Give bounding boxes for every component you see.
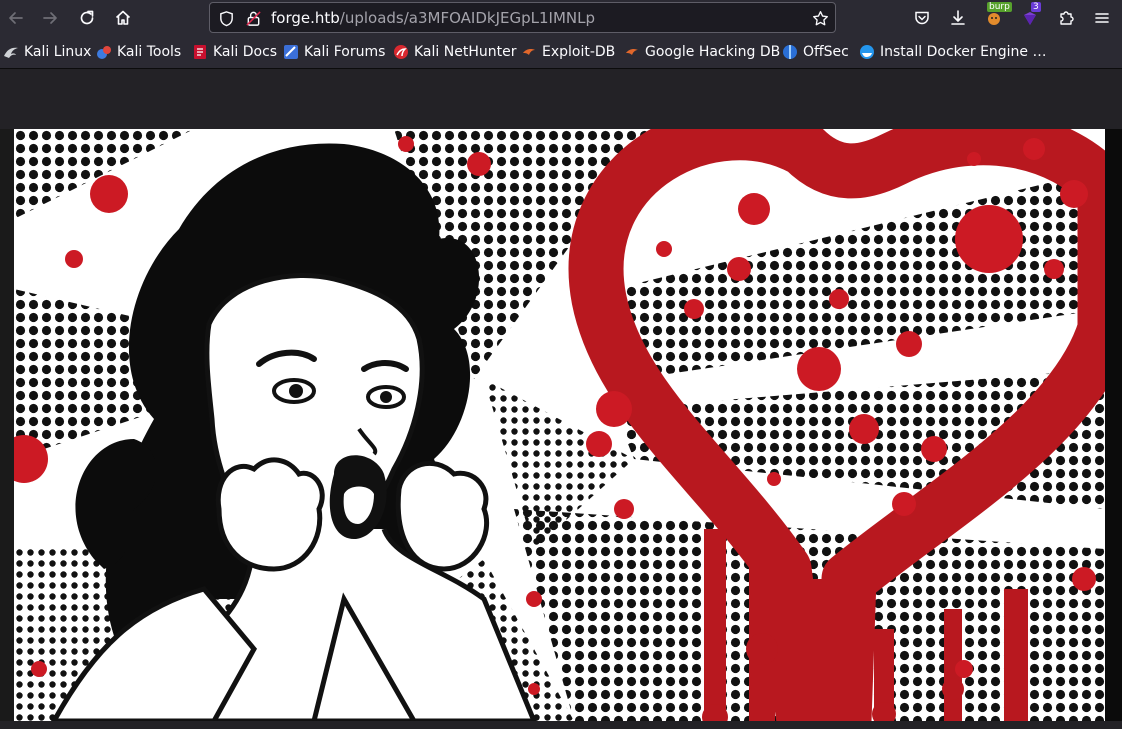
bookmark-install-docker[interactable]: Install Docker Engine … xyxy=(859,43,1047,61)
image-left-edge xyxy=(0,129,14,721)
kali-tools-icon xyxy=(96,44,112,60)
bookmark-label: Kali Tools xyxy=(117,44,182,60)
back-button[interactable] xyxy=(3,5,29,31)
image-right-edge xyxy=(1105,129,1122,721)
bookmark-label: Kali NetHunter xyxy=(414,44,517,60)
bookmarks-toolbar: Kali Linux Kali Tools Kali Docs Kali For… xyxy=(0,36,1122,69)
bookmark-label: Kali Docs xyxy=(213,44,278,60)
pocket-button[interactable] xyxy=(909,5,935,31)
bookmark-star-icon[interactable] xyxy=(811,9,829,27)
page-viewport xyxy=(0,69,1122,729)
bookmark-label: Kali Linux xyxy=(24,44,92,60)
downloads-button[interactable] xyxy=(945,5,971,31)
puzzle-icon xyxy=(1060,11,1074,25)
gem-extension-button[interactable]: 3 xyxy=(1017,2,1043,31)
bookmark-kali-forums[interactable]: Kali Forums xyxy=(283,43,385,61)
url-text: forge.htb/uploads/a3MFOAIDkJEGpL1IMNLp xyxy=(271,9,595,27)
arrow-left-icon xyxy=(9,12,23,24)
reload-button[interactable] xyxy=(74,5,100,31)
url-bar[interactable]: forge.htb/uploads/a3MFOAIDkJEGpL1IMNLp xyxy=(209,2,836,33)
app-menu-button[interactable] xyxy=(1089,5,1115,31)
burp-extension-button[interactable]: burp xyxy=(981,2,1012,31)
bookmark-kali-docs[interactable]: Kali Docs xyxy=(192,43,277,61)
url-path: /uploads/a3MFOAIDkJEGpL1IMNLp xyxy=(339,9,595,27)
bookmark-kali-nethunter[interactable]: Kali NetHunter xyxy=(393,43,516,61)
exploit-db-icon xyxy=(521,44,537,60)
arrow-right-icon xyxy=(43,12,57,24)
nethunter-icon xyxy=(393,44,409,60)
hamburger-icon xyxy=(1095,13,1109,23)
url-host: forge.htb xyxy=(271,9,340,27)
bookmark-label: Google Hacking DB xyxy=(645,44,781,60)
bookmark-kali-linux[interactable]: Kali Linux xyxy=(3,43,91,61)
kali-forums-icon xyxy=(283,44,299,60)
bookmark-label: Install Docker Engine … xyxy=(880,44,1047,60)
bookmark-exploit-db[interactable]: Exploit-DB xyxy=(521,43,615,61)
offsec-icon xyxy=(782,44,798,60)
reload-icon xyxy=(80,10,94,25)
ghdb-icon xyxy=(624,44,640,60)
home-button[interactable] xyxy=(110,5,136,31)
bookmark-offsec[interactable]: OffSec xyxy=(782,43,849,61)
bookmark-google-hacking-db[interactable]: Google Hacking DB xyxy=(624,43,780,61)
pocket-icon xyxy=(915,11,929,25)
insecure-lock-icon[interactable] xyxy=(244,9,262,27)
kali-dragon-icon xyxy=(3,44,19,60)
bookmark-kali-tools[interactable]: Kali Tools xyxy=(96,43,181,61)
uploaded-image xyxy=(14,129,1105,721)
home-icon xyxy=(115,10,131,25)
bookmark-label: Kali Forums xyxy=(304,44,386,60)
bookmark-label: OffSec xyxy=(803,44,849,60)
download-icon xyxy=(951,10,965,25)
extension-badge: 3 xyxy=(1031,2,1041,12)
extensions-button[interactable] xyxy=(1053,5,1079,31)
bookmark-label: Exploit-DB xyxy=(542,44,616,60)
browser-toolbar: forge.htb/uploads/a3MFOAIDkJEGpL1IMNLp b… xyxy=(0,0,1122,36)
burp-label: burp xyxy=(987,2,1012,12)
docker-icon xyxy=(859,44,875,60)
tracking-shield-icon[interactable] xyxy=(217,9,235,27)
pop-art-heartbleed-illustration xyxy=(14,129,1105,721)
forward-button[interactable] xyxy=(37,5,63,31)
kali-docs-icon xyxy=(192,44,208,60)
